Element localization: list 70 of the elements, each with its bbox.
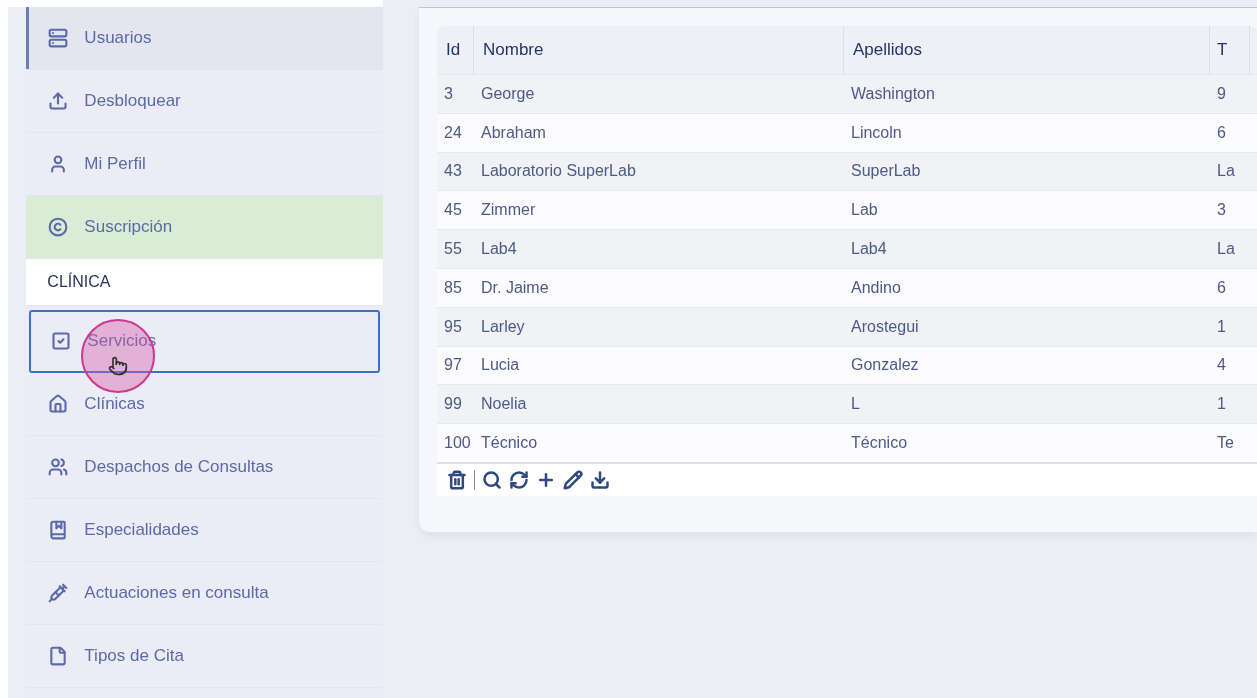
sidebar-item[interactable]: Desbloquear: [26, 70, 383, 133]
sidebar-item[interactable]: Clínicas: [26, 373, 383, 436]
home-icon: [48, 394, 69, 414]
table-cell-text: 95: [443, 316, 463, 337]
table-cell-text: Lucia: [480, 355, 521, 376]
table-cell-text: Lincoln: [850, 122, 903, 143]
table-cell-text: 45: [443, 200, 463, 221]
table-cell-text: Abraham: [480, 122, 547, 143]
table-cell-text: Laboratorio SuperLab: [480, 161, 637, 182]
table-cell-text: 97: [443, 355, 463, 376]
table-cell-text: Te: [1216, 433, 1235, 454]
table-cell-text: 100: [443, 433, 472, 454]
upload-icon: [48, 91, 69, 111]
table-cell-text: George: [480, 83, 536, 104]
search-icon: [482, 469, 502, 490]
table-cell-text: Lab4: [480, 239, 518, 260]
table-cell-text: 9: [1216, 83, 1227, 104]
download-icon: [590, 469, 610, 490]
table-cell-text: 55: [443, 239, 463, 260]
sidebar-item[interactable]: Despachos de Consultas: [26, 436, 383, 499]
file-icon: [48, 646, 69, 666]
table-cell-text: Arostegui: [850, 316, 920, 337]
table-cell-text: Andino: [850, 277, 902, 298]
toolbar-button[interactable]: [563, 469, 583, 490]
toolbar-button[interactable]: [482, 469, 502, 490]
sidebar-item[interactable]: Actuaciones en consulta: [26, 562, 383, 625]
table-cell-text: Técnico: [480, 433, 539, 454]
table-cell-text: 3: [443, 83, 454, 104]
table-cell-text: 99: [443, 394, 463, 415]
toolbar-button[interactable]: [447, 469, 467, 490]
section-header: CLÍNICA: [26, 259, 383, 306]
sidebar-item[interactable]: Suscripción: [26, 196, 383, 259]
table-cell-text: 6: [1216, 122, 1227, 143]
syringe-icon: [48, 583, 69, 603]
sidebar-item[interactable]: Tipos de Cita: [26, 625, 383, 688]
table-cell-text: Lab: [850, 200, 879, 221]
table-cell-text: 3: [1216, 200, 1227, 221]
table-cell-text: Zimmer: [480, 200, 537, 221]
book-icon: [48, 520, 69, 540]
table-cell-text: 24: [443, 122, 463, 143]
table-cell-text: 43: [443, 161, 463, 182]
copyright-icon: [48, 217, 69, 237]
table-cell-text: 1: [1216, 316, 1227, 337]
table-cell-text: La: [1216, 161, 1236, 182]
checkbox-icon: [51, 331, 72, 351]
toolbar-button[interactable]: [590, 469, 610, 490]
table-cell-text: L: [850, 394, 861, 415]
table-cell-text: Técnico: [850, 433, 909, 454]
hand-cursor-icon: [108, 356, 128, 376]
table-cell-text: Washington: [850, 83, 936, 104]
table-cell-text: 4: [1216, 355, 1227, 376]
table-cell-text: Larley: [480, 316, 526, 337]
table-cell-text: Dr. Jaime: [480, 277, 550, 298]
table-cell-text: Noelia: [480, 394, 528, 415]
refresh-icon: [509, 469, 529, 490]
table-cell-text: 85: [443, 277, 463, 298]
table-cell-text: Lab4: [850, 239, 888, 260]
server-icon: [48, 28, 69, 48]
table-cell-text: SuperLab: [850, 161, 922, 182]
table-cell-text: 6: [1216, 277, 1227, 298]
toolbar-button[interactable]: [509, 469, 529, 490]
sidebar-item[interactable]: Usuarios: [26, 7, 383, 70]
table-cell-text: 1: [1216, 394, 1227, 415]
edit-icon: [563, 469, 583, 490]
table-cell-text: Gonzalez: [850, 355, 920, 376]
sidebar-item[interactable]: Mi Perfil: [26, 133, 383, 196]
people-icon: [48, 457, 69, 477]
delete-icon: [447, 469, 467, 490]
sidebar-item[interactable]: Especialidades: [26, 499, 383, 562]
table-cell-text: La: [1216, 239, 1236, 260]
